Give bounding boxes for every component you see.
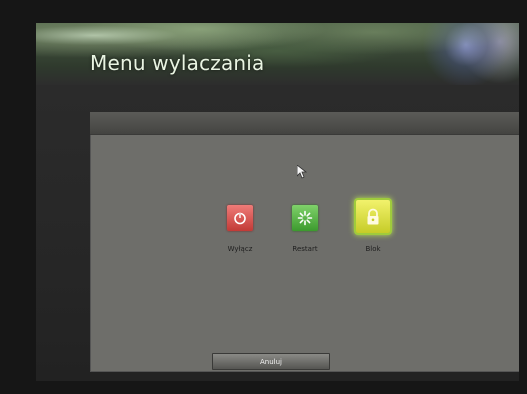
restart-button[interactable] bbox=[292, 205, 318, 231]
lock-button[interactable] bbox=[356, 200, 390, 233]
lock-icon bbox=[367, 208, 379, 224]
cancel-button[interactable]: Anuluj bbox=[212, 353, 330, 370]
mouse-pointer-icon bbox=[297, 165, 307, 179]
power-icon bbox=[234, 212, 246, 225]
restart-label: Restart bbox=[292, 245, 318, 253]
power-off-label: Wyłącz bbox=[227, 245, 253, 253]
page-title: Menu wylaczania bbox=[90, 51, 265, 75]
restart-icon bbox=[297, 210, 313, 226]
shutdown-panel: Wyłącz Restart Blok bbox=[90, 112, 519, 372]
dialog-window: Menu wylaczania Wyłącz Restart Blok Anul… bbox=[36, 23, 519, 381]
panel-header-bar bbox=[90, 112, 519, 135]
power-off-button[interactable] bbox=[227, 205, 253, 231]
lock-label: Blok bbox=[365, 245, 381, 253]
